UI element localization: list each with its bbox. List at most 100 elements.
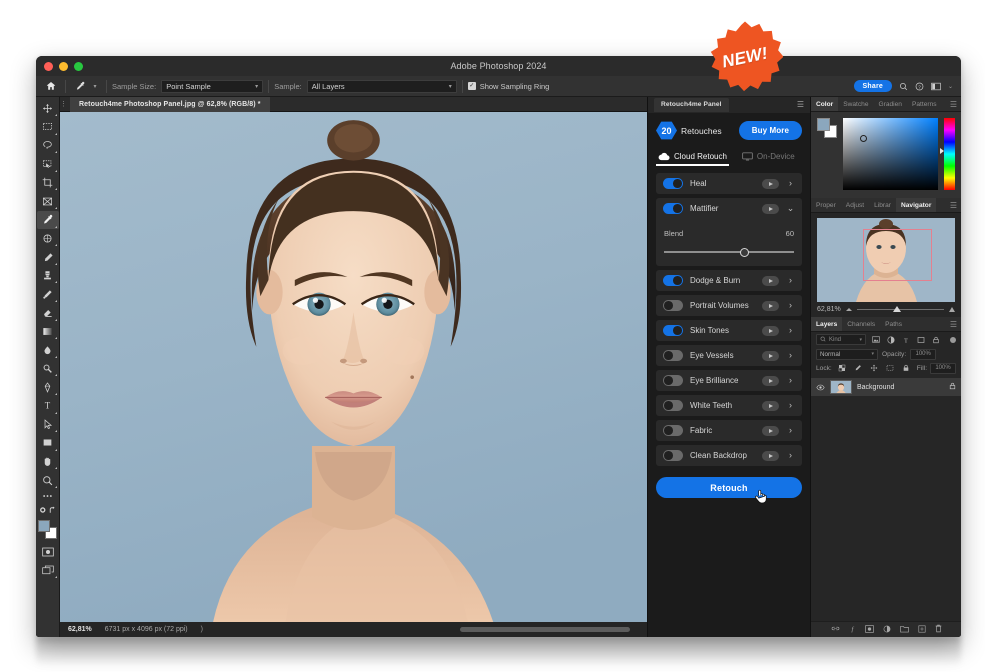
tool-eyedropper[interactable] xyxy=(36,210,59,230)
smart-object-filter-icon[interactable] xyxy=(930,336,941,344)
tool-eraser[interactable] xyxy=(37,304,59,323)
chevron-right-icon[interactable]: › xyxy=(786,426,795,435)
blend-slider[interactable] xyxy=(663,247,795,257)
search-icon[interactable] xyxy=(899,82,908,91)
tool-path-selection[interactable] xyxy=(37,415,59,434)
tool-move[interactable] xyxy=(37,99,59,118)
hue-slider[interactable] xyxy=(940,118,955,190)
tab-layers[interactable]: Layers xyxy=(811,317,843,331)
sample-size-select[interactable]: Point Sample ▾ xyxy=(161,79,264,93)
lock-icon[interactable] xyxy=(949,382,956,392)
lock-image-icon[interactable] xyxy=(853,364,864,372)
toggle-eye-vessels[interactable] xyxy=(663,350,683,361)
tab-channels[interactable]: Channels xyxy=(842,317,880,331)
toggle-mattifier[interactable] xyxy=(663,203,683,214)
toggle-eye-brilliance[interactable] xyxy=(663,375,683,386)
tab-on-device[interactable]: On-Device xyxy=(740,149,797,166)
fill-value[interactable]: 100% xyxy=(930,362,957,374)
chevron-right-icon[interactable]: › xyxy=(786,451,795,460)
navigator-view-box[interactable] xyxy=(862,228,932,281)
tool-crop[interactable] xyxy=(37,173,59,192)
table-row[interactable]: Background xyxy=(811,378,961,396)
feature-row-fabric[interactable]: Fabric › xyxy=(656,420,802,441)
chevron-right-icon[interactable]: › xyxy=(786,179,795,188)
type-filter-icon[interactable]: T xyxy=(900,336,911,344)
layer-style-icon[interactable]: f xyxy=(849,624,856,635)
new-group-icon[interactable] xyxy=(899,625,909,635)
tab-patterns[interactable]: Patterns xyxy=(907,97,942,111)
chevron-right-icon[interactable]: › xyxy=(786,401,795,410)
shape-filter-icon[interactable] xyxy=(915,336,926,344)
layer-thumbnail[interactable] xyxy=(830,380,852,394)
show-sampling-ring-checkbox[interactable]: ✓ Show Sampling Ring xyxy=(467,82,549,91)
default-colors-and-swap[interactable] xyxy=(37,503,59,517)
color-picker-ring[interactable] xyxy=(860,134,868,142)
tab-swatches[interactable]: Swatche xyxy=(838,97,873,111)
minimize-window-button[interactable] xyxy=(59,62,68,71)
color-field[interactable] xyxy=(843,118,938,190)
lock-artboard-icon[interactable] xyxy=(885,364,896,372)
canvas[interactable] xyxy=(60,112,647,622)
foreground-color-swatch[interactable] xyxy=(817,118,830,131)
help-icon[interactable]: ? xyxy=(915,82,924,91)
link-layers-icon[interactable] xyxy=(831,625,840,634)
tool-history-brush[interactable] xyxy=(37,285,59,304)
toggle-white-teeth[interactable] xyxy=(663,400,683,411)
foreground-background-color-swatches[interactable] xyxy=(38,520,57,540)
preview-button-dodge-burn[interactable] xyxy=(762,275,779,286)
layer-name[interactable]: Background xyxy=(857,384,944,391)
zoom-in-icon[interactable] xyxy=(949,307,955,312)
tool-spot-healing-brush[interactable] xyxy=(37,229,59,248)
adjustment-layer-icon[interactable] xyxy=(883,625,891,635)
tab-cloud-retouch[interactable]: Cloud Retouch xyxy=(656,149,729,166)
tool-gradient[interactable] xyxy=(37,322,59,341)
tab-libraries[interactable]: Librar xyxy=(869,198,896,212)
tab-adjustments[interactable]: Adjust xyxy=(841,198,869,212)
lock-all-icon[interactable] xyxy=(901,364,912,372)
sample-select[interactable]: All Layers ▾ xyxy=(306,79,457,93)
tool-rectangular-marquee[interactable] xyxy=(37,118,59,137)
foreground-color-swatch[interactable] xyxy=(38,520,50,533)
tool-object-selection[interactable] xyxy=(37,155,59,174)
retouch-button[interactable]: Retouch xyxy=(656,477,802,498)
preview-button-portrait-volumes[interactable] xyxy=(762,300,779,311)
share-button[interactable]: Share xyxy=(853,80,892,92)
feature-row-portrait-volumes[interactable]: Portrait Volumes › xyxy=(656,295,802,316)
feature-row-clean-backdrop[interactable]: Clean Backdrop › xyxy=(656,445,802,466)
preview-button-white-teeth[interactable] xyxy=(762,400,779,411)
feature-row-dodge-burn[interactable]: Dodge & Burn › xyxy=(656,270,802,291)
blend-mode-select[interactable]: Normal ▾ xyxy=(816,348,878,360)
tabstrip-drag-handle[interactable]: ⋮⋮ xyxy=(60,101,74,108)
eyedropper-icon[interactable] xyxy=(71,81,89,91)
tool-hand[interactable] xyxy=(37,452,59,471)
tool-edit-toolbar[interactable] xyxy=(37,489,59,503)
preview-button-clean-backdrop[interactable] xyxy=(762,450,779,461)
hamburger-icon[interactable]: ☰ xyxy=(950,97,961,111)
chevron-right-icon[interactable]: › xyxy=(786,276,795,285)
zoom-out-icon[interactable] xyxy=(845,308,852,311)
lock-position-icon[interactable] xyxy=(869,364,880,372)
toggle-portrait-volumes[interactable] xyxy=(663,300,683,311)
screen-mode-button[interactable] xyxy=(37,561,59,580)
navigator-zoom-slider[interactable] xyxy=(856,305,944,314)
preview-button-heal[interactable] xyxy=(762,178,779,189)
preview-button-mattifier[interactable] xyxy=(762,203,779,214)
tab-retouch4me-panel[interactable]: Retouch4me Panel xyxy=(654,98,729,112)
feature-row-heal[interactable]: Heal › xyxy=(656,173,802,194)
chevron-down-icon[interactable]: ⌄ xyxy=(786,204,795,213)
opacity-value[interactable]: 100% xyxy=(910,348,937,360)
layer-kind-filter-select[interactable]: Kind ▾ xyxy=(816,334,866,345)
toggle-fabric[interactable] xyxy=(663,425,683,436)
adjustment-filter-icon[interactable] xyxy=(885,335,896,344)
tool-preset-chevron-icon[interactable]: ▾ xyxy=(89,83,101,90)
hue-slider-marker[interactable] xyxy=(940,148,944,155)
toggle-heal[interactable] xyxy=(663,178,683,189)
tool-pen[interactable] xyxy=(37,378,59,397)
tool-type[interactable]: T xyxy=(37,397,59,416)
chevron-right-icon[interactable]: › xyxy=(786,301,795,310)
horizontal-scrollbar[interactable] xyxy=(460,627,630,632)
new-layer-icon[interactable] xyxy=(918,625,926,635)
close-window-button[interactable] xyxy=(44,62,53,71)
toggle-dodge-burn[interactable] xyxy=(663,275,683,286)
feature-row-eye-brilliance[interactable]: Eye Brilliance › xyxy=(656,370,802,391)
